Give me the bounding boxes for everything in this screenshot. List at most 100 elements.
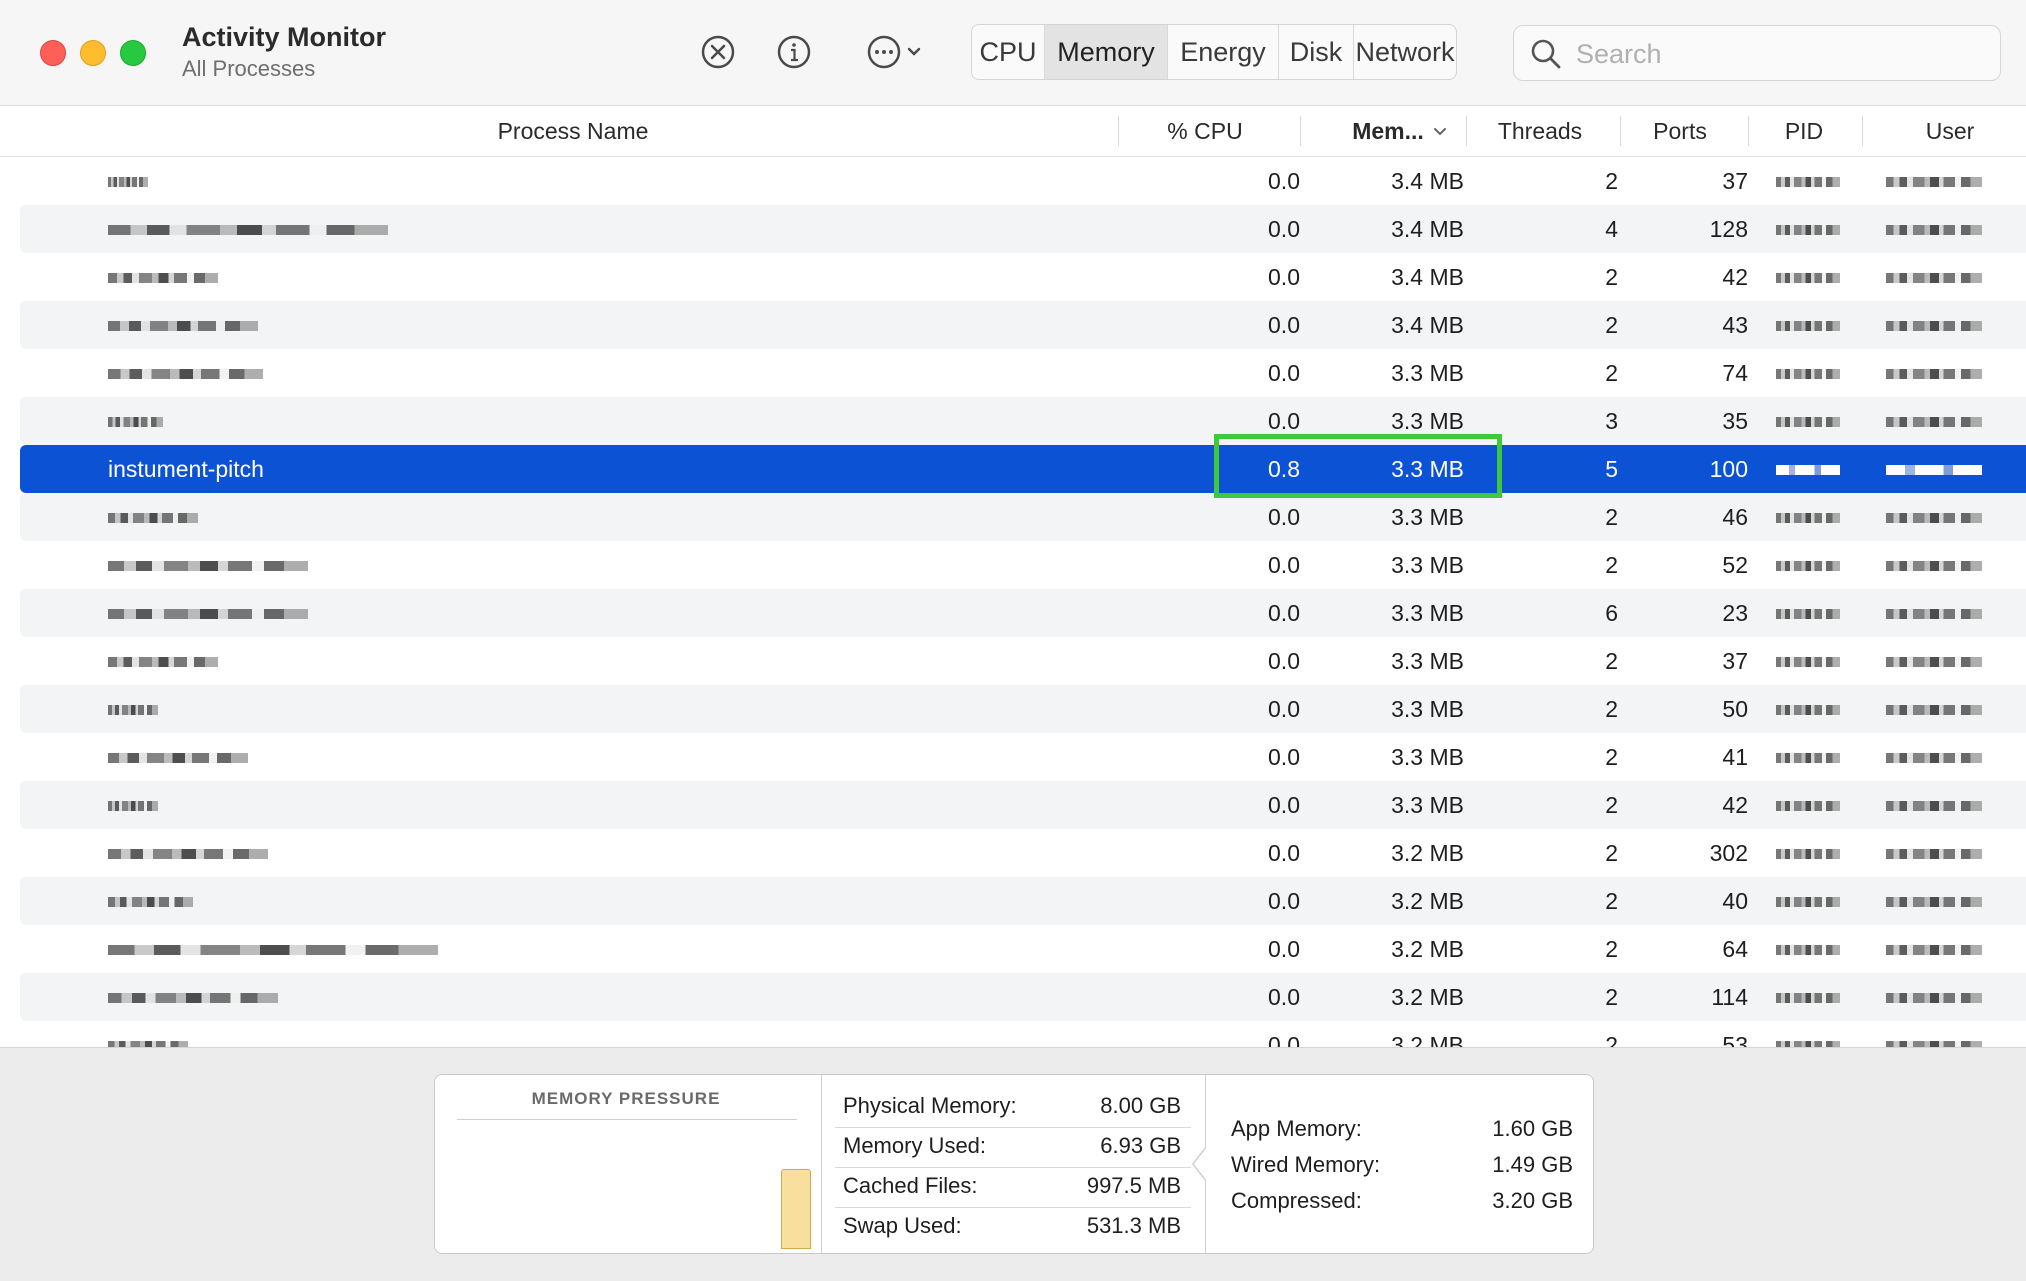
memory-cell: 3.2 MB [1391, 888, 1464, 914]
threads-cell: 6 [1605, 600, 1618, 626]
search-field[interactable] [1513, 25, 2001, 82]
memory-cell: 3.3 MB [1391, 600, 1464, 626]
column-header-user[interactable]: User [1880, 106, 2020, 156]
threads-cell: 2 [1605, 888, 1618, 914]
memory-used-value: 6.93 GB [1100, 1133, 1181, 1158]
table-row[interactable]: 0.0 3.3 MB 2 37 [20, 637, 2026, 685]
ports-cell: 74 [1722, 360, 1748, 386]
column-header-pid[interactable]: PID [1752, 106, 1856, 156]
tab-cpu[interactable]: CPU [972, 25, 1045, 79]
redacted-process-name [108, 753, 248, 763]
ports-cell: 302 [1709, 840, 1748, 866]
more-actions-button[interactable] [854, 32, 934, 72]
memory-cell: 3.4 MB [1391, 312, 1464, 338]
memory-cell: 3.2 MB [1391, 840, 1464, 866]
cpu-cell: 0.0 [1268, 264, 1300, 290]
ports-cell: 114 [1711, 984, 1748, 1010]
threads-cell: 3 [1605, 408, 1618, 434]
process-name-cell [108, 253, 1008, 301]
table-row[interactable]: 0.0 3.2 MB 2 53 [20, 1021, 2026, 1047]
cpu-cell: 0.0 [1268, 168, 1300, 194]
redacted-user [1886, 465, 1982, 475]
threads-cell: 2 [1605, 552, 1618, 578]
cpu-cell: 0.0 [1268, 552, 1300, 578]
redacted-process-name [108, 369, 263, 379]
ports-cell: 35 [1722, 408, 1748, 434]
column-header-cpu[interactable]: % CPU [1130, 106, 1280, 156]
table-row[interactable]: 0.0 3.3 MB 2 74 [20, 349, 2026, 397]
table-row[interactable]: 0.0 3.2 MB 2 64 [20, 925, 2026, 973]
bracket-arrow-icon [1192, 1147, 1207, 1181]
threads-cell: 2 [1605, 696, 1618, 722]
tab-disk[interactable]: Disk [1279, 25, 1354, 79]
wired-memory-value: 1.49 GB [1492, 1152, 1573, 1177]
redacted-pid [1776, 273, 1840, 283]
divider [457, 1119, 797, 1120]
stop-process-icon [701, 35, 735, 69]
column-header-process-name[interactable]: Process Name [20, 106, 1126, 156]
memory-stats-panel: MEMORY PRESSURE Physical Memory: 8.00 GB… [434, 1074, 1594, 1254]
zoom-window-button[interactable] [120, 40, 146, 66]
redacted-process-name [108, 321, 258, 331]
search-input[interactable] [1574, 26, 1978, 82]
table-row[interactable]: 0.0 3.3 MB 2 52 [20, 541, 2026, 589]
table-row[interactable]: 0.0 3.4 MB 4 128 [20, 205, 2026, 253]
threads-cell: 2 [1605, 504, 1618, 530]
info-button[interactable] [774, 32, 814, 72]
table-row[interactable]: 0.0 3.3 MB 6 23 [20, 589, 2026, 637]
table-row[interactable]: 0.0 3.3 MB 2 46 [20, 493, 2026, 541]
stop-process-button[interactable] [698, 32, 738, 72]
table-row[interactable]: 0.0 3.2 MB 2 302 [20, 829, 2026, 877]
redacted-pid [1776, 561, 1840, 571]
memory-cell: 3.3 MB [1391, 792, 1464, 818]
table-row[interactable]: 0.0 3.4 MB 2 42 [20, 253, 2026, 301]
ports-cell: 37 [1722, 648, 1748, 674]
cpu-cell: 0.0 [1268, 744, 1300, 770]
tab-memory[interactable]: Memory [1045, 25, 1168, 79]
threads-cell: 2 [1605, 168, 1618, 194]
compressed-label: Compressed: [1231, 1188, 1362, 1213]
cpu-cell: 0.0 [1268, 1032, 1300, 1047]
wired-memory-label: Wired Memory: [1231, 1152, 1381, 1177]
threads-cell: 2 [1605, 984, 1618, 1010]
ports-cell: 50 [1722, 696, 1748, 722]
redacted-pid [1776, 753, 1840, 763]
process-name-cell [108, 1021, 1008, 1047]
redacted-user [1886, 993, 1982, 1003]
memory-cell: 3.2 MB [1391, 1032, 1464, 1047]
redacted-pid [1776, 657, 1840, 667]
threads-cell: 2 [1605, 1032, 1618, 1047]
memory-pressure-title: MEMORY PRESSURE [531, 1089, 721, 1108]
redacted-pid [1776, 801, 1840, 811]
table-row[interactable]: 0.0 3.2 MB 2 114 [20, 973, 2026, 1021]
redacted-user [1886, 417, 1982, 427]
redacted-pid [1776, 225, 1840, 235]
redacted-process-name [108, 945, 438, 955]
column-header-ports[interactable]: Ports [1625, 106, 1735, 156]
table-row[interactable]: 0.0 3.4 MB 2 37 [20, 157, 2026, 205]
close-window-button[interactable] [40, 40, 66, 66]
redacted-pid [1776, 849, 1840, 859]
table-row[interactable]: 0.0 3.2 MB 2 40 [20, 877, 2026, 925]
cached-files-value: 997.5 MB [1086, 1173, 1181, 1198]
threads-cell: 2 [1605, 792, 1618, 818]
threads-cell: 2 [1605, 936, 1618, 962]
process-name-cell: instument-pitch [108, 456, 264, 482]
table-row[interactable]: 0.0 3.3 MB 2 41 [20, 733, 2026, 781]
table-row[interactable]: 0.0 3.3 MB 2 42 [20, 781, 2026, 829]
chevron-down-icon [907, 47, 921, 56]
table-row[interactable]: 0.0 3.3 MB 2 50 [20, 685, 2026, 733]
tab-energy[interactable]: Energy [1168, 25, 1279, 79]
table-row-selected[interactable]: instument-pitch 0.8 3.3 MB 5 100 [20, 445, 2026, 493]
memory-cell: 3.3 MB [1391, 648, 1464, 674]
ports-cell: 43 [1722, 312, 1748, 338]
column-header-threads[interactable]: Threads [1470, 106, 1610, 156]
redacted-user [1886, 225, 1982, 235]
minimize-window-button[interactable] [80, 40, 106, 66]
tab-network[interactable]: Network [1354, 25, 1456, 79]
table-row[interactable]: 0.0 3.3 MB 3 35 [20, 397, 2026, 445]
redacted-process-name [108, 993, 278, 1003]
memory-cell: 3.4 MB [1391, 168, 1464, 194]
highlight-box [1214, 434, 1502, 498]
table-row[interactable]: 0.0 3.4 MB 2 43 [20, 301, 2026, 349]
